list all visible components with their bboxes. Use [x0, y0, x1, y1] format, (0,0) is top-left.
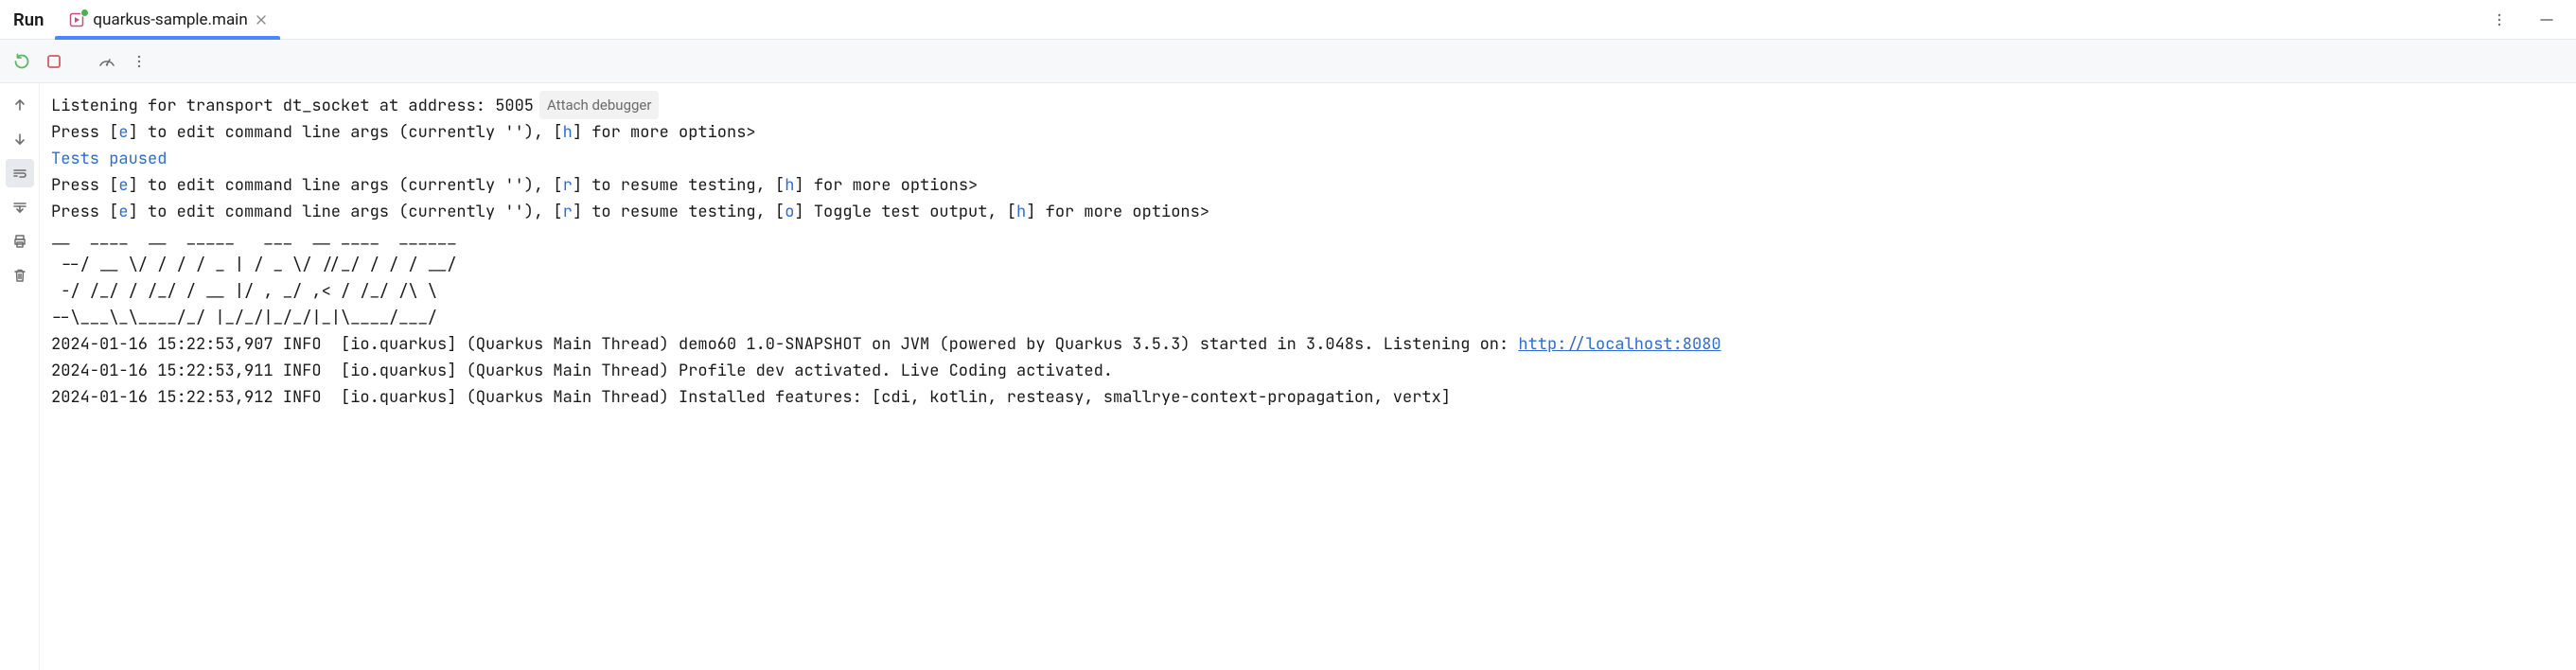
banner-line: --\___\_\____/_/ |_/_/|_/_/|_|\____/___/ [51, 305, 2572, 331]
tests-paused: Tests paused [51, 149, 167, 169]
toolbar-more-icon[interactable] [125, 47, 153, 76]
close-tab-button[interactable] [256, 14, 267, 26]
more-options-icon[interactable] [2485, 6, 2514, 34]
log-line: 2024-01-16 15:22:53,911 INFO [io.quarkus… [51, 358, 2572, 384]
console-gutter [0, 83, 40, 670]
run-toolbar [0, 40, 2576, 83]
console-output[interactable]: Listening for transport dt_socket at add… [40, 83, 2576, 670]
down-arrow-icon[interactable] [6, 125, 34, 153]
panel-title: Run [0, 0, 55, 39]
performance-icon[interactable] [93, 47, 121, 76]
run-config-icon [68, 11, 85, 28]
scroll-to-end-icon[interactable] [6, 193, 34, 221]
banner-line: __ ____ __ _____ ___ __ ____ ______ [51, 225, 2572, 252]
console-text: Listening for transport dt_socket at add… [51, 96, 534, 116]
attach-debugger-hint[interactable]: Attach debugger [539, 91, 659, 119]
run-panel-header: Run quarkus-sample.main [0, 0, 2576, 40]
stop-button[interactable] [40, 47, 68, 76]
rerun-button[interactable] [8, 47, 36, 76]
soft-wrap-icon[interactable] [6, 159, 34, 187]
banner-line: --/ __ \/ / / / _ | / _ \/ //_/ / / / __… [51, 252, 2572, 278]
run-config-tab[interactable]: quarkus-sample.main [55, 0, 279, 39]
log-line: 2024-01-16 15:22:53,912 INFO [io.quarkus… [51, 384, 2572, 411]
server-url-link[interactable]: http://localhost:8080 [1518, 334, 1720, 355]
print-icon[interactable] [6, 227, 34, 256]
banner-line: -/ /_/ / /_/ / __ |/ , _/ ,< / /_/ /\ \ [51, 278, 2572, 305]
minimize-icon[interactable] [2532, 6, 2561, 34]
trash-icon[interactable] [6, 261, 34, 290]
run-config-tab-label: quarkus-sample.main [93, 10, 247, 29]
up-arrow-icon[interactable] [6, 91, 34, 119]
log-line: 2024-01-16 15:22:53,907 INFO [io.quarkus… [51, 334, 1518, 355]
